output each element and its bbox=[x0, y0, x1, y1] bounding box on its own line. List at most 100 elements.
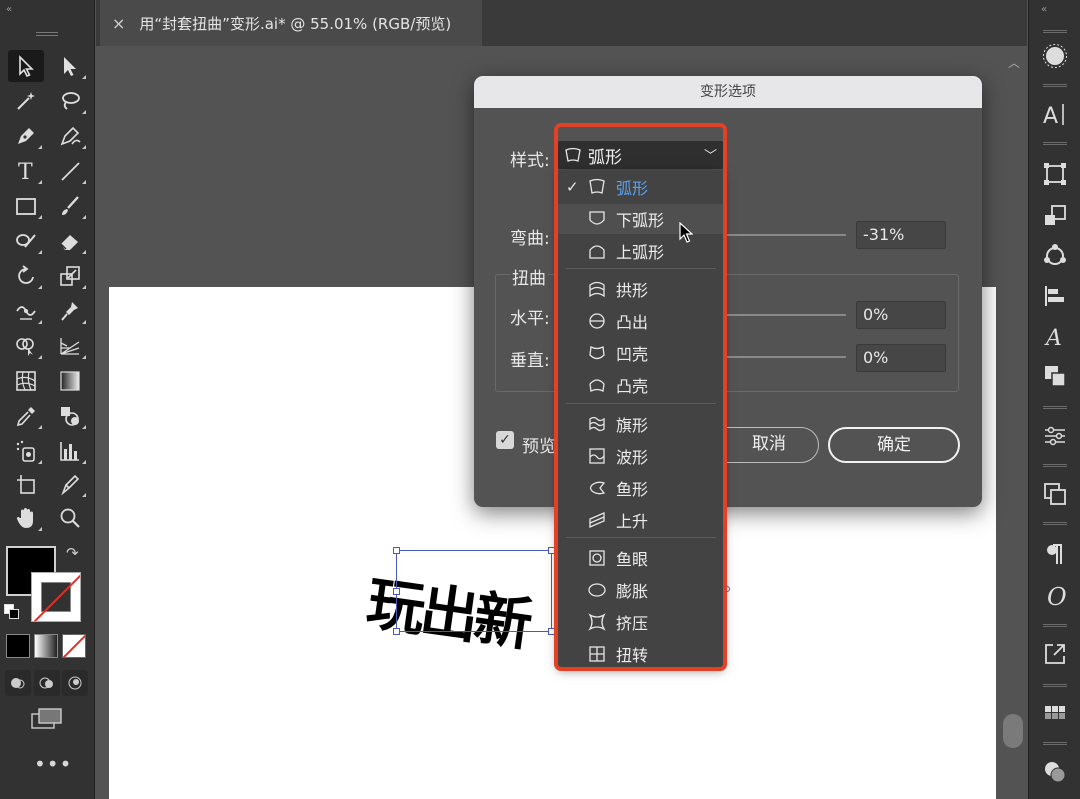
slice-tool-icon[interactable] bbox=[52, 468, 88, 500]
shape-builder-tool-icon[interactable] bbox=[8, 330, 44, 362]
artboards-icon[interactable] bbox=[1039, 240, 1071, 272]
style-menu-item[interactable]: 鱼眼 bbox=[558, 543, 723, 573]
pen-tool-icon[interactable] bbox=[8, 120, 44, 152]
opentype-icon[interactable]: O bbox=[1039, 580, 1071, 612]
draw-normal-icon[interactable] bbox=[5, 670, 31, 696]
style-menu-item[interactable]: 下弧形 bbox=[558, 204, 723, 234]
line-tool-icon[interactable] bbox=[52, 155, 88, 187]
style-menu-item[interactable]: ✓ 弧形 bbox=[558, 172, 723, 202]
bend-value-field[interactable]: -31% bbox=[856, 221, 946, 249]
magic-wand-tool-icon[interactable] bbox=[8, 85, 44, 117]
bbox-handle[interactable] bbox=[393, 588, 400, 595]
scale-tool-icon[interactable] bbox=[52, 260, 88, 292]
puppet-warp-tool-icon[interactable] bbox=[52, 295, 88, 327]
vertical-scrollbar[interactable]: ︿ bbox=[1000, 46, 1028, 799]
style-menu-item[interactable]: 扭转 bbox=[558, 639, 723, 669]
preview-checkbox[interactable]: ✓ bbox=[496, 431, 514, 449]
panel-grip[interactable] bbox=[1043, 684, 1067, 687]
draw-behind-icon[interactable] bbox=[34, 670, 60, 696]
collapse-panel-button[interactable]: « bbox=[1041, 4, 1047, 15]
selection-bounding-box[interactable] bbox=[396, 550, 552, 632]
style-menu-item[interactable]: 膨胀 bbox=[558, 575, 723, 605]
default-fill-stroke-icon[interactable] bbox=[4, 604, 20, 620]
appearance-icon[interactable] bbox=[1039, 40, 1071, 72]
paragraph-icon[interactable] bbox=[1039, 538, 1071, 570]
collapse-toolbar-button[interactable]: « bbox=[6, 4, 12, 15]
horizontal-slider[interactable] bbox=[726, 314, 846, 316]
transform-icon[interactable] bbox=[1039, 158, 1071, 190]
panel-grip[interactable] bbox=[1043, 742, 1067, 745]
perspective-grid-tool-icon[interactable] bbox=[52, 330, 88, 362]
edit-toolbar-button[interactable]: ••• bbox=[34, 752, 72, 776]
shaper-tool-icon[interactable] bbox=[8, 225, 44, 257]
style-menu-item[interactable]: 上升 bbox=[558, 505, 723, 535]
eyedropper-tool-icon[interactable] bbox=[8, 400, 44, 432]
style-menu-item[interactable]: 波形 bbox=[558, 441, 723, 471]
bbox-handle[interactable] bbox=[393, 628, 400, 635]
swatches-icon[interactable] bbox=[1039, 698, 1071, 730]
rotate-tool-icon[interactable] bbox=[8, 260, 44, 292]
paintbrush-tool-icon[interactable] bbox=[52, 190, 88, 222]
align-icon[interactable] bbox=[1039, 280, 1071, 312]
style-menu-item[interactable]: 挤压 bbox=[558, 607, 723, 637]
gradient-mode-button[interactable] bbox=[34, 634, 58, 658]
toolbar-drag-handle[interactable] bbox=[36, 32, 58, 36]
bbox-handle[interactable] bbox=[393, 547, 400, 554]
symbol-sprayer-tool-icon[interactable] bbox=[8, 435, 44, 467]
stroke-color-swatch[interactable] bbox=[31, 572, 81, 622]
artboard-tool-icon[interactable] bbox=[8, 468, 44, 500]
style-menu-item[interactable]: 旗形 bbox=[558, 409, 723, 439]
properties-icon[interactable] bbox=[1039, 420, 1071, 452]
style-menu-item[interactable]: 凸壳 bbox=[558, 370, 723, 400]
panel-grip[interactable] bbox=[1043, 522, 1067, 525]
style-menu-item[interactable]: 上弧形 bbox=[558, 236, 723, 266]
eraser-tool-icon[interactable] bbox=[52, 225, 88, 257]
document-tab[interactable]: × 用“封套扭曲”变形.ai* @ 55.01% (RGB/预览) bbox=[100, 0, 482, 46]
style-menu-item[interactable]: 凹壳 bbox=[558, 338, 723, 368]
panel-grip[interactable] bbox=[1043, 84, 1067, 87]
layers-icon[interactable] bbox=[1039, 200, 1071, 232]
swap-fill-stroke-icon[interactable]: ↷ bbox=[66, 544, 79, 562]
bbox-handle[interactable] bbox=[724, 586, 730, 592]
export-icon[interactable] bbox=[1039, 638, 1071, 670]
scrollbar-thumb[interactable] bbox=[1003, 714, 1023, 748]
gradient-tool-icon[interactable] bbox=[52, 365, 88, 397]
vertical-value-field[interactable]: 0% bbox=[856, 344, 946, 372]
panel-grip[interactable] bbox=[1043, 406, 1067, 409]
selection-tool-icon[interactable] bbox=[8, 50, 44, 82]
color-mode-button[interactable] bbox=[6, 634, 30, 658]
none-mode-button[interactable] bbox=[62, 634, 86, 658]
change-screen-mode-icon[interactable] bbox=[30, 706, 64, 732]
style-menu-item[interactable]: 拱形 bbox=[558, 274, 723, 304]
curvature-tool-icon[interactable] bbox=[52, 120, 88, 152]
glyphs-icon[interactable]: A bbox=[1039, 320, 1071, 352]
hand-tool-icon[interactable] bbox=[8, 502, 44, 534]
libraries-icon[interactable] bbox=[1039, 478, 1071, 510]
blend-tool-icon[interactable] bbox=[52, 400, 88, 432]
character-icon[interactable]: A bbox=[1039, 98, 1071, 130]
color-guide-icon[interactable] bbox=[1039, 756, 1071, 788]
zoom-tool-icon[interactable] bbox=[52, 502, 88, 534]
column-graph-tool-icon[interactable] bbox=[52, 435, 88, 467]
mesh-tool-icon[interactable] bbox=[8, 365, 44, 397]
pathfinder-icon[interactable] bbox=[1039, 360, 1071, 392]
vertical-slider[interactable] bbox=[726, 356, 846, 358]
scroll-up-icon[interactable]: ︿ bbox=[1008, 54, 1020, 71]
style-dropdown[interactable]: 弧形 ﹀ bbox=[558, 141, 723, 169]
style-menu-item[interactable]: 凸出 bbox=[558, 306, 723, 336]
width-tool-icon[interactable] bbox=[8, 295, 44, 327]
close-tab-icon[interactable]: × bbox=[112, 14, 125, 33]
bend-slider[interactable] bbox=[726, 234, 846, 236]
horizontal-value-field[interactable]: 0% bbox=[856, 301, 946, 329]
panel-grip[interactable] bbox=[1043, 624, 1067, 627]
rectangle-tool-icon[interactable] bbox=[8, 190, 44, 222]
draw-inside-icon[interactable] bbox=[62, 670, 88, 696]
bbox-handle[interactable] bbox=[548, 628, 555, 635]
panel-grip[interactable] bbox=[1043, 142, 1067, 145]
lasso-tool-icon[interactable] bbox=[52, 85, 88, 117]
panel-grip[interactable] bbox=[1043, 30, 1067, 33]
bbox-handle[interactable] bbox=[548, 547, 555, 554]
direct-selection-tool-icon[interactable] bbox=[52, 50, 88, 82]
panel-grip[interactable] bbox=[1043, 464, 1067, 467]
style-menu-item[interactable]: 鱼形 bbox=[558, 473, 723, 503]
